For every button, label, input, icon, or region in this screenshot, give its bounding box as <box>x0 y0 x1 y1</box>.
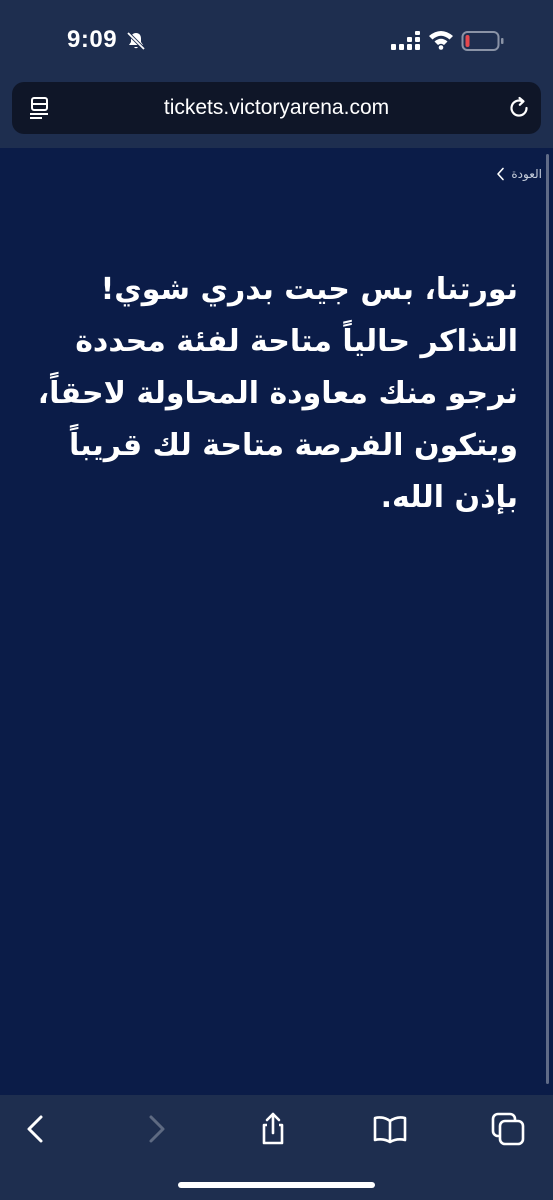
bookmarks-icon[interactable] <box>372 1111 408 1147</box>
home-indicator[interactable] <box>178 1182 375 1188</box>
chevron-left-icon <box>497 167 505 181</box>
page-scrollbar[interactable] <box>546 154 549 1084</box>
address-bar[interactable]: tickets.victoryarena.com <box>12 82 541 134</box>
browser-bottom-toolbar <box>0 1095 553 1200</box>
status-time: 9:09 <box>67 26 118 53</box>
reload-icon[interactable] <box>506 95 532 121</box>
status-bar: 9:09 <box>0 0 553 80</box>
url-text[interactable]: tickets.victoryarena.com <box>12 82 541 134</box>
wifi-icon <box>429 31 453 50</box>
back-arrow-icon[interactable] <box>18 1111 54 1147</box>
signal-icon <box>391 31 420 50</box>
mute-icon <box>126 31 146 51</box>
back-link[interactable]: العودة <box>495 165 542 183</box>
forward-arrow-icon[interactable] <box>138 1111 174 1147</box>
notice-message: نورتنا، بس جيت بدري شوي! التذاكر حالياً … <box>37 272 518 515</box>
battery-icon <box>461 31 504 51</box>
tabs-icon[interactable] <box>490 1111 526 1147</box>
safari-screen: 9:09 tickets.victoryarena.com العودة نور… <box>0 0 553 1200</box>
browser-top-chrome: 9:09 tickets.victoryarena.com <box>0 0 553 148</box>
web-page-content: العودة نورتنا، بس جيت بدري شوي! التذاكر … <box>0 148 553 1095</box>
share-icon[interactable] <box>255 1111 291 1147</box>
back-link-label[interactable]: العودة <box>511 167 542 181</box>
